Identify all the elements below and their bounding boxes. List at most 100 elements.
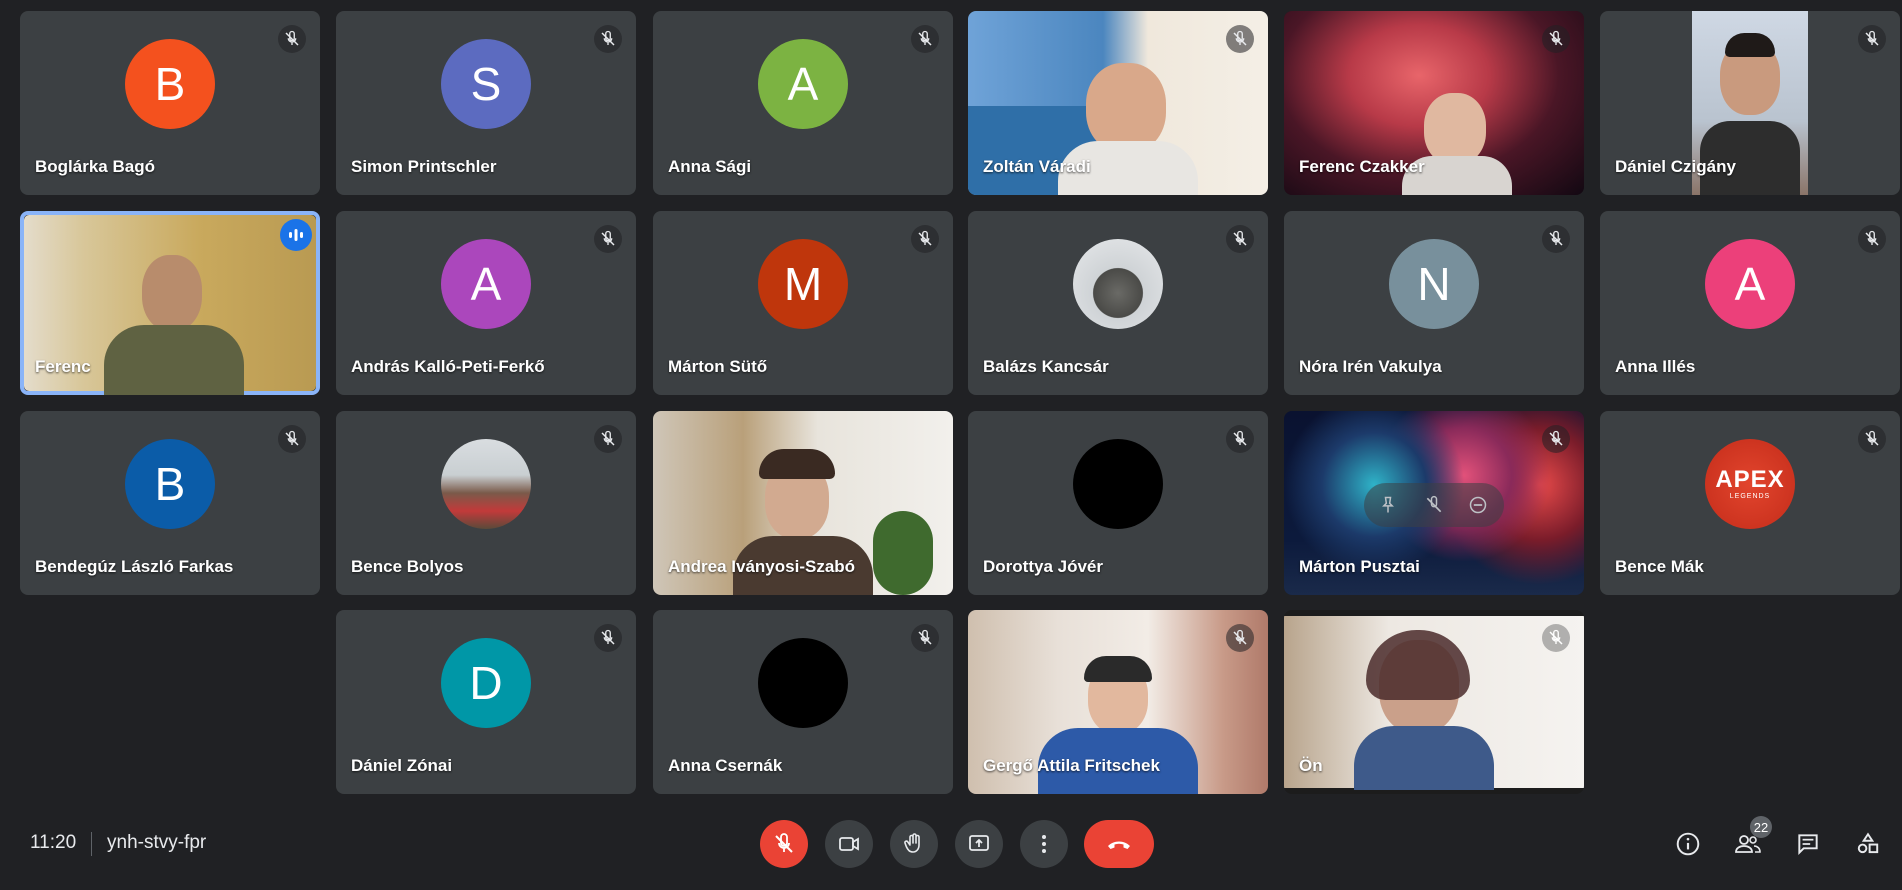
mic-off-icon xyxy=(594,425,622,453)
meeting-code: ynh-stvy-fpr xyxy=(107,832,207,853)
participant-tile[interactable]: A András Kalló-Peti-Ferkő xyxy=(336,211,636,395)
participant-name: Zoltán Váradi xyxy=(983,157,1091,176)
leave-call-button[interactable] xyxy=(1084,820,1154,868)
people-button[interactable]: 22 xyxy=(1726,816,1772,866)
remove-participant-icon[interactable] xyxy=(1468,495,1488,520)
more-options-button[interactable] xyxy=(1020,820,1068,868)
avatar: S xyxy=(441,39,531,129)
avatar: D xyxy=(441,638,531,728)
mic-off-icon xyxy=(278,25,306,53)
participant-name: Gergő Attila Fritschek xyxy=(983,756,1160,775)
video-feed xyxy=(1284,616,1584,790)
participant-video-tile[interactable]: Gergő Attila Fritschek xyxy=(968,610,1268,794)
participant-video-tile[interactable]: Zoltán Váradi xyxy=(968,11,1268,195)
participant-count-badge: 22 xyxy=(1750,816,1772,838)
participant-tile[interactable]: N Nóra Irén Vakulya xyxy=(1284,211,1584,395)
microphone-toggle-button[interactable] xyxy=(760,820,808,868)
participant-name: Bence Mák xyxy=(1615,557,1704,576)
raise-hand-button[interactable] xyxy=(890,820,938,868)
avatar: A xyxy=(758,39,848,129)
mic-off-icon xyxy=(594,225,622,253)
participant-tile[interactable]: Balázs Kancsár xyxy=(968,211,1268,395)
participant-video-tile[interactable]: Ferenc Czakker xyxy=(1284,11,1584,195)
participant-name: András Kalló-Peti-Ferkő xyxy=(351,357,545,376)
meeting-details-button[interactable] xyxy=(1666,822,1710,866)
mic-off-icon xyxy=(1542,425,1570,453)
participant-name: Nóra Irén Vakulya xyxy=(1299,357,1442,376)
present-icon xyxy=(969,835,989,851)
mic-off-icon xyxy=(1226,25,1254,53)
camera-toggle-button[interactable] xyxy=(825,820,873,868)
mic-off-icon xyxy=(911,25,939,53)
participant-name: Márton Pusztai xyxy=(1299,557,1420,576)
participant-tile[interactable]: B Boglárka Bagó xyxy=(20,11,320,195)
speaking-indicator-icon xyxy=(280,219,312,251)
chat-button[interactable] xyxy=(1786,822,1830,866)
avatar: N xyxy=(1389,239,1479,329)
participant-name: Andrea Iványosi-Szabó xyxy=(668,557,856,576)
avatar: B xyxy=(125,39,215,129)
participant-tile[interactable]: APEX LEGENDS Bence Mák xyxy=(1600,411,1900,595)
mic-off-icon xyxy=(911,624,939,652)
mic-off-icon xyxy=(1226,425,1254,453)
participant-tile[interactable]: A Anna Sági xyxy=(653,11,953,195)
mic-off-icon xyxy=(1542,624,1570,652)
participant-name: Dorottya Jóvér xyxy=(983,557,1103,576)
avatar-photo xyxy=(1073,239,1163,329)
avatar: A xyxy=(1705,239,1795,329)
participant-name: Dániel Czigány xyxy=(1615,157,1736,176)
mic-off-icon xyxy=(594,25,622,53)
chat-icon xyxy=(1798,834,1818,856)
hang-up-icon xyxy=(1108,841,1130,849)
present-screen-button[interactable] xyxy=(955,820,1003,868)
participant-name: Balázs Kancsár xyxy=(983,357,1109,376)
mic-off-icon xyxy=(1542,225,1570,253)
mute-participant-icon[interactable] xyxy=(1424,495,1444,520)
mic-off-icon xyxy=(1542,25,1570,53)
avatar: A xyxy=(441,239,531,329)
mic-off-icon xyxy=(1858,425,1886,453)
participant-name: Simon Printschler xyxy=(351,157,497,176)
participant-video-tile[interactable]: Andrea Iványosi-Szabó xyxy=(653,411,953,595)
participant-tile[interactable]: Dorottya Jóvér xyxy=(968,411,1268,595)
participant-name: Dániel Zónai xyxy=(351,756,453,775)
avatar: M xyxy=(758,239,848,329)
participant-name: Ön xyxy=(1299,756,1323,775)
participant-video-tile[interactable]: Dániel Czigány xyxy=(1600,11,1900,195)
participant-video-tile-speaking[interactable]: Ferenc xyxy=(20,211,320,395)
participant-name: Anna Sági xyxy=(668,157,752,176)
participant-tile[interactable]: M Márton Sütő xyxy=(653,211,953,395)
self-video-tile[interactable]: Ön xyxy=(1284,610,1584,794)
avatar-logo: APEX LEGENDS xyxy=(1705,439,1795,529)
participant-name: Boglárka Bagó xyxy=(35,157,155,176)
camera-icon xyxy=(839,837,859,851)
mic-off-icon xyxy=(775,833,793,853)
participant-name: Bence Bolyos xyxy=(351,557,464,576)
participant-name: Ferenc xyxy=(35,357,91,376)
more-vertical-icon xyxy=(1042,835,1046,853)
participant-tile[interactable]: B Bendegúz László Farkas xyxy=(20,411,320,595)
participant-tile[interactable]: D Dániel Zónai xyxy=(336,610,636,794)
participant-tile[interactable]: A Anna Illés xyxy=(1600,211,1900,395)
mic-off-icon xyxy=(911,225,939,253)
participant-name: Anna Illés xyxy=(1615,357,1696,376)
participant-tile[interactable]: Bence Bolyos xyxy=(336,411,636,595)
mic-off-icon xyxy=(1858,25,1886,53)
avatar-photo xyxy=(441,439,531,529)
participant-tile[interactable]: S Simon Printschler xyxy=(336,11,636,195)
avatar-photo xyxy=(758,638,848,728)
participant-name: Anna Csernák xyxy=(668,756,783,775)
participant-grid: B Boglárka Bagó S Simon Printschler A An… xyxy=(0,0,1902,800)
hand-icon xyxy=(904,833,920,853)
activities-icon xyxy=(1857,832,1879,854)
participant-video-tile[interactable]: Márton Pusztai xyxy=(1284,411,1584,595)
apex-logo-subtext: LEGENDS xyxy=(1729,492,1771,500)
mic-off-icon xyxy=(1226,225,1254,253)
activities-button[interactable] xyxy=(1846,822,1890,866)
mic-off-icon xyxy=(594,624,622,652)
avatar-photo xyxy=(1073,439,1163,529)
pin-icon[interactable] xyxy=(1378,495,1398,520)
participant-name: Bendegúz László Farkas xyxy=(35,557,234,576)
participant-tile[interactable]: Anna Csernák xyxy=(653,610,953,794)
apex-logo-text: APEX xyxy=(1715,465,1785,493)
